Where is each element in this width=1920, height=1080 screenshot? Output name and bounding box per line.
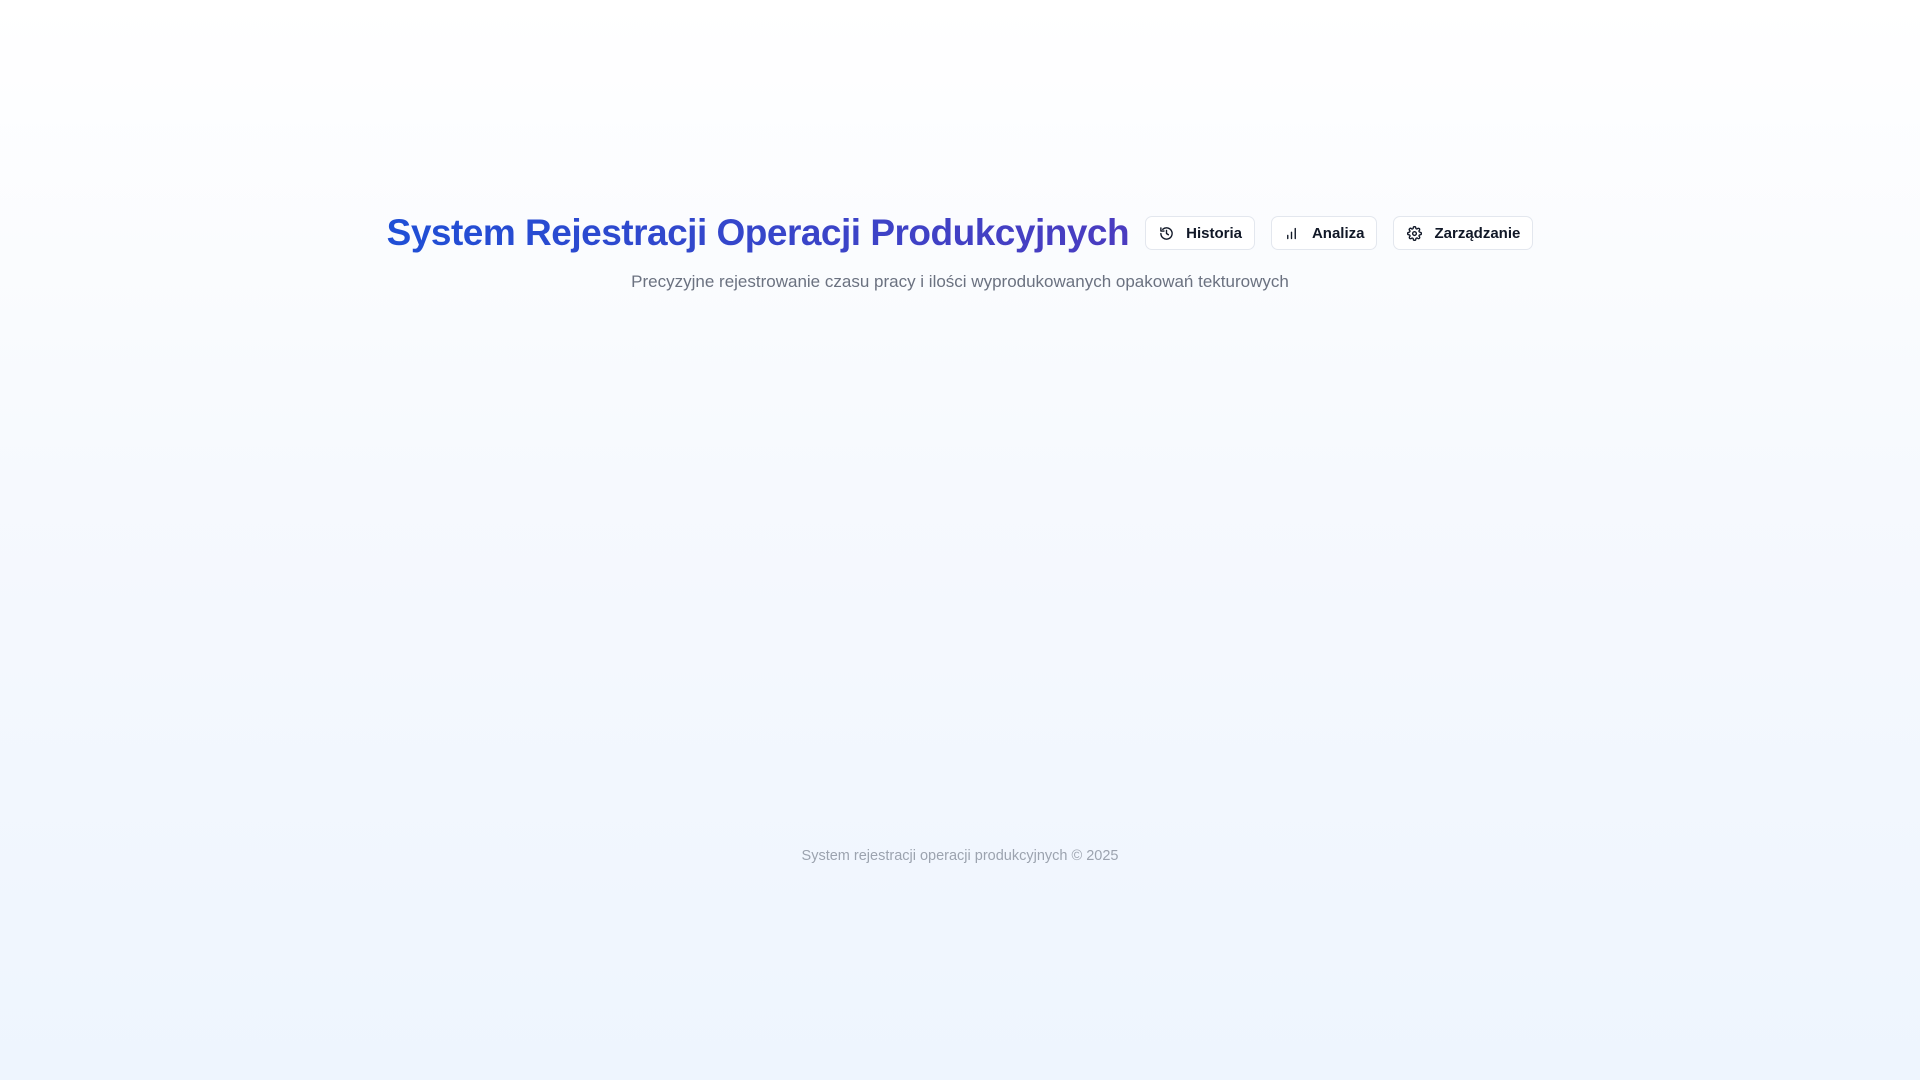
management-button[interactable]: Zarządzanie — [1393, 216, 1534, 250]
footer-text: System rejestracji operacji produkcyjnyc… — [801, 848, 1119, 864]
management-button-label: Zarządzanie — [1434, 224, 1521, 242]
history-button[interactable]: Historia — [1145, 216, 1255, 250]
top-nav: Historia Analiza Zarządzanie — [1145, 216, 1534, 250]
page-subtitle: Precyzyjne rejestrowanie czasu pracy i i… — [631, 272, 1289, 291]
gear-icon — [1406, 225, 1422, 241]
history-button-label: Historia — [1186, 224, 1242, 242]
analysis-button-label: Analiza — [1311, 224, 1365, 242]
page-footer: System rejestracji operacji produkcyjnyc… — [0, 848, 1920, 864]
page-title: System Rejestracji Operacji Produkcyjnyc… — [387, 208, 1130, 258]
bar-chart-icon — [1284, 225, 1300, 241]
title-row: System Rejestracji Operacji Produkcyjnyc… — [387, 208, 1534, 258]
analysis-button[interactable]: Analiza — [1270, 216, 1378, 250]
page-header: System Rejestracji Operacji Produkcyjnyc… — [0, 208, 1920, 309]
history-icon — [1158, 225, 1174, 241]
